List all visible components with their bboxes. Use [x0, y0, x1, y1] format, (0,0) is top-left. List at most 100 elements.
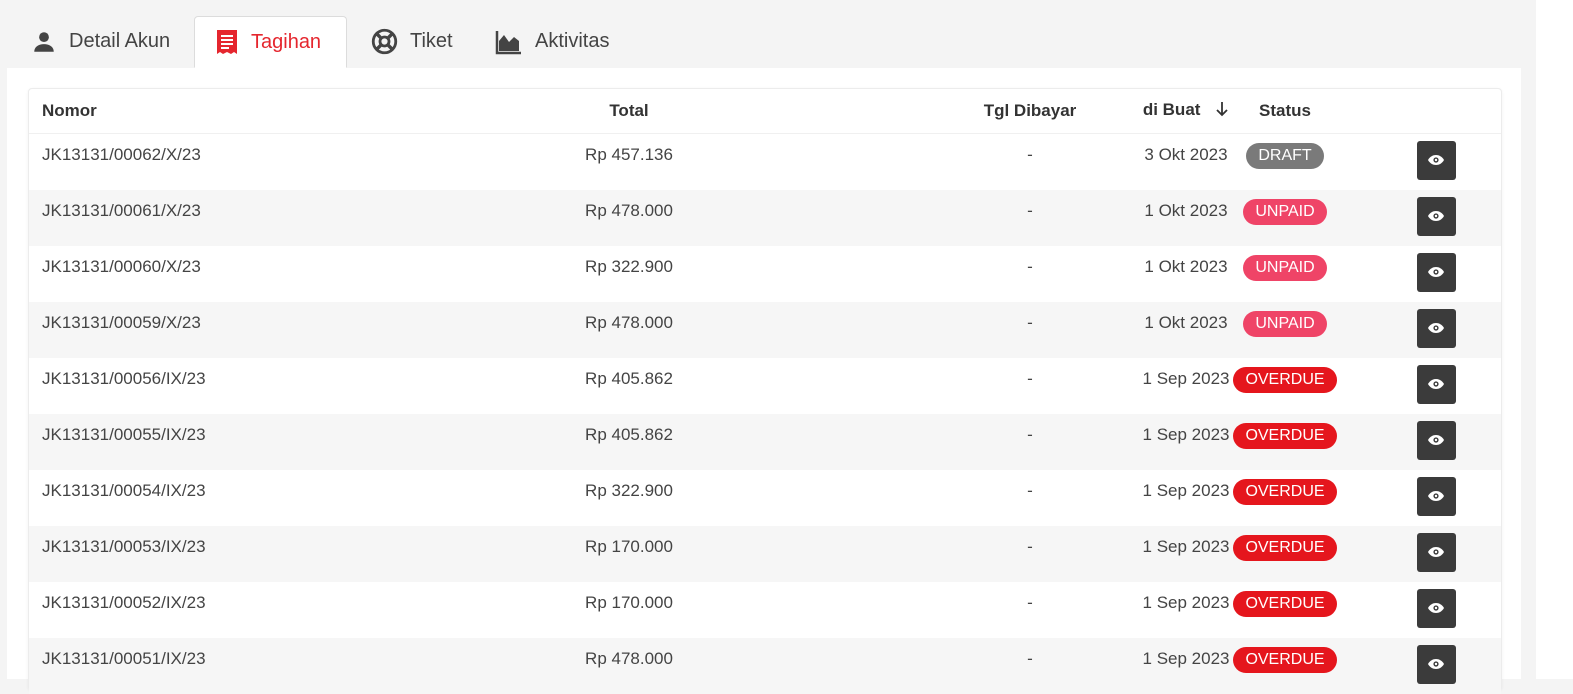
table-row: JK13131/00062/X/23 Rp 457.136 - 3 Okt 20… — [29, 134, 1501, 191]
area-chart-icon — [495, 29, 523, 55]
invoice-total: Rp 170.000 — [585, 593, 673, 612]
lifebuoy-icon — [371, 28, 398, 55]
invoice-paid-date: - — [1027, 425, 1033, 444]
header-di-buat-label: di Buat — [1142, 100, 1201, 120]
invoice-created-date: 1 Sep 2023 — [1142, 425, 1230, 444]
tab-label: Tagihan — [251, 30, 322, 53]
invoice-total: Rp 170.000 — [585, 537, 673, 556]
view-invoice-button[interactable] — [1416, 365, 1456, 404]
table-row: JK13131/00055/IX/23 Rp 405.862 - 1 Sep 2… — [29, 414, 1501, 470]
invoice-created-date: 1 Sep 2023 — [1142, 649, 1230, 668]
eye-icon — [1427, 319, 1445, 339]
view-invoice-button[interactable] — [1416, 589, 1456, 628]
view-invoice-button[interactable] — [1416, 197, 1456, 236]
header-nomor[interactable]: Nomor — [29, 89, 329, 134]
header-di-buat[interactable]: di Buat — [1131, 89, 1231, 134]
invoice-total: Rp 405.862 — [585, 425, 673, 444]
eye-icon — [1427, 487, 1445, 507]
invoice-number: JK13131/00054/IX/23 — [42, 481, 206, 500]
invoice-total: Rp 322.900 — [585, 257, 673, 276]
invoice-total: Rp 478.000 — [585, 649, 673, 668]
header-tgl-dibayar[interactable]: Tgl Dibayar — [929, 89, 1131, 134]
invoice-paid-date: - — [1027, 481, 1033, 500]
invoice-paid-date: - — [1027, 537, 1033, 556]
invoice-created-date: 1 Okt 2023 — [1144, 201, 1228, 220]
invoice-paid-date: - — [1027, 649, 1033, 668]
table-row: JK13131/00054/IX/23 Rp 322.900 - 1 Sep 2… — [29, 470, 1501, 526]
status-badge: OVERDUE — [1233, 423, 1337, 449]
table-row: JK13131/00060/X/23 Rp 322.900 - 1 Okt 20… — [29, 246, 1501, 302]
invoice-created-date: 1 Okt 2023 — [1144, 313, 1228, 332]
eye-icon — [1427, 151, 1445, 171]
view-invoice-button[interactable] — [1416, 141, 1456, 180]
eye-icon — [1427, 543, 1445, 563]
header-total[interactable]: Total — [329, 89, 929, 134]
tab-label: Tiket — [410, 30, 453, 52]
tab-bar: Detail Akun Tagihan Tiket Aktivitas — [7, 16, 1521, 69]
invoice-number: JK13131/00056/IX/23 — [42, 369, 206, 388]
view-invoice-button[interactable] — [1416, 533, 1456, 572]
eye-icon — [1427, 655, 1445, 675]
invoice-paid-date: - — [1027, 257, 1033, 276]
invoice-paid-date: - — [1027, 145, 1033, 164]
invoice-number: JK13131/00062/X/23 — [42, 145, 201, 164]
invoice-number: JK13131/00053/IX/23 — [42, 537, 206, 556]
view-invoice-button[interactable] — [1416, 253, 1456, 292]
tab-tagihan[interactable]: Tagihan — [194, 16, 347, 68]
eye-icon — [1427, 207, 1445, 227]
invoice-icon — [215, 29, 239, 55]
invoice-paid-date: - — [1027, 593, 1033, 612]
invoice-paid-date: - — [1027, 369, 1033, 388]
account-panel: Detail Akun Tagihan Tiket Aktivitas Nomo… — [7, 0, 1521, 694]
invoice-number: JK13131/00055/IX/23 — [42, 425, 206, 444]
invoice-paid-date: - — [1027, 313, 1033, 332]
header-status[interactable]: Status — [1231, 89, 1371, 134]
view-invoice-button[interactable] — [1416, 309, 1456, 348]
page-scrollbar[interactable] — [1536, 0, 1573, 679]
eye-icon — [1427, 431, 1445, 451]
invoice-created-date: 3 Okt 2023 — [1144, 145, 1228, 164]
table-row: JK13131/00053/IX/23 Rp 170.000 - 1 Sep 2… — [29, 526, 1501, 582]
arrow-down-icon — [1215, 101, 1229, 122]
invoice-paid-date: - — [1027, 201, 1033, 220]
invoice-total: Rp 457.136 — [585, 145, 673, 164]
status-badge: OVERDUE — [1233, 479, 1337, 505]
invoice-created-date: 1 Sep 2023 — [1142, 593, 1230, 612]
tab-content: Nomor Total Tgl Dibayar di Buat Status J… — [7, 68, 1521, 694]
status-badge: OVERDUE — [1233, 647, 1337, 673]
table-row: JK13131/00056/IX/23 Rp 405.862 - 1 Sep 2… — [29, 358, 1501, 414]
invoice-total: Rp 478.000 — [585, 313, 673, 332]
tab-aktivitas[interactable]: Aktivitas — [475, 16, 629, 67]
table-row: JK13131/00051/IX/23 Rp 478.000 - 1 Sep 2… — [29, 638, 1501, 694]
table-row: JK13131/00059/X/23 Rp 478.000 - 1 Okt 20… — [29, 302, 1501, 358]
eye-icon — [1427, 263, 1445, 283]
invoice-table: Nomor Total Tgl Dibayar di Buat Status J… — [29, 89, 1501, 694]
invoice-number: JK13131/00051/IX/23 — [42, 649, 206, 668]
invoice-created-date: 1 Sep 2023 — [1142, 537, 1230, 556]
tab-tiket[interactable]: Tiket — [351, 16, 473, 67]
invoice-created-date: 1 Sep 2023 — [1142, 481, 1230, 500]
table-row: JK13131/00052/IX/23 Rp 170.000 - 1 Sep 2… — [29, 582, 1501, 638]
user-icon — [31, 29, 57, 55]
table-row: JK13131/00061/X/23 Rp 478.000 - 1 Okt 20… — [29, 190, 1501, 246]
invoice-total: Rp 322.900 — [585, 481, 673, 500]
tab-detail-akun[interactable]: Detail Akun — [11, 16, 190, 67]
view-invoice-button[interactable] — [1416, 645, 1456, 684]
header-actions — [1371, 89, 1501, 134]
eye-icon — [1427, 599, 1445, 619]
invoice-total: Rp 478.000 — [585, 201, 673, 220]
invoice-total: Rp 405.862 — [585, 369, 673, 388]
status-badge: UNPAID — [1243, 199, 1327, 225]
status-badge: OVERDUE — [1233, 591, 1337, 617]
invoice-number: JK13131/00060/X/23 — [42, 257, 201, 276]
invoice-number: JK13131/00059/X/23 — [42, 313, 201, 332]
view-invoice-button[interactable] — [1416, 421, 1456, 460]
invoice-created-date: 1 Sep 2023 — [1142, 369, 1230, 388]
invoice-table-card: Nomor Total Tgl Dibayar di Buat Status J… — [28, 88, 1502, 694]
invoice-number: JK13131/00052/IX/23 — [42, 593, 206, 612]
tab-label: Detail Akun — [69, 30, 171, 52]
invoice-created-date: 1 Okt 2023 — [1144, 257, 1228, 276]
view-invoice-button[interactable] — [1416, 477, 1456, 516]
eye-icon — [1427, 375, 1445, 395]
table-header-row: Nomor Total Tgl Dibayar di Buat Status — [29, 89, 1501, 134]
